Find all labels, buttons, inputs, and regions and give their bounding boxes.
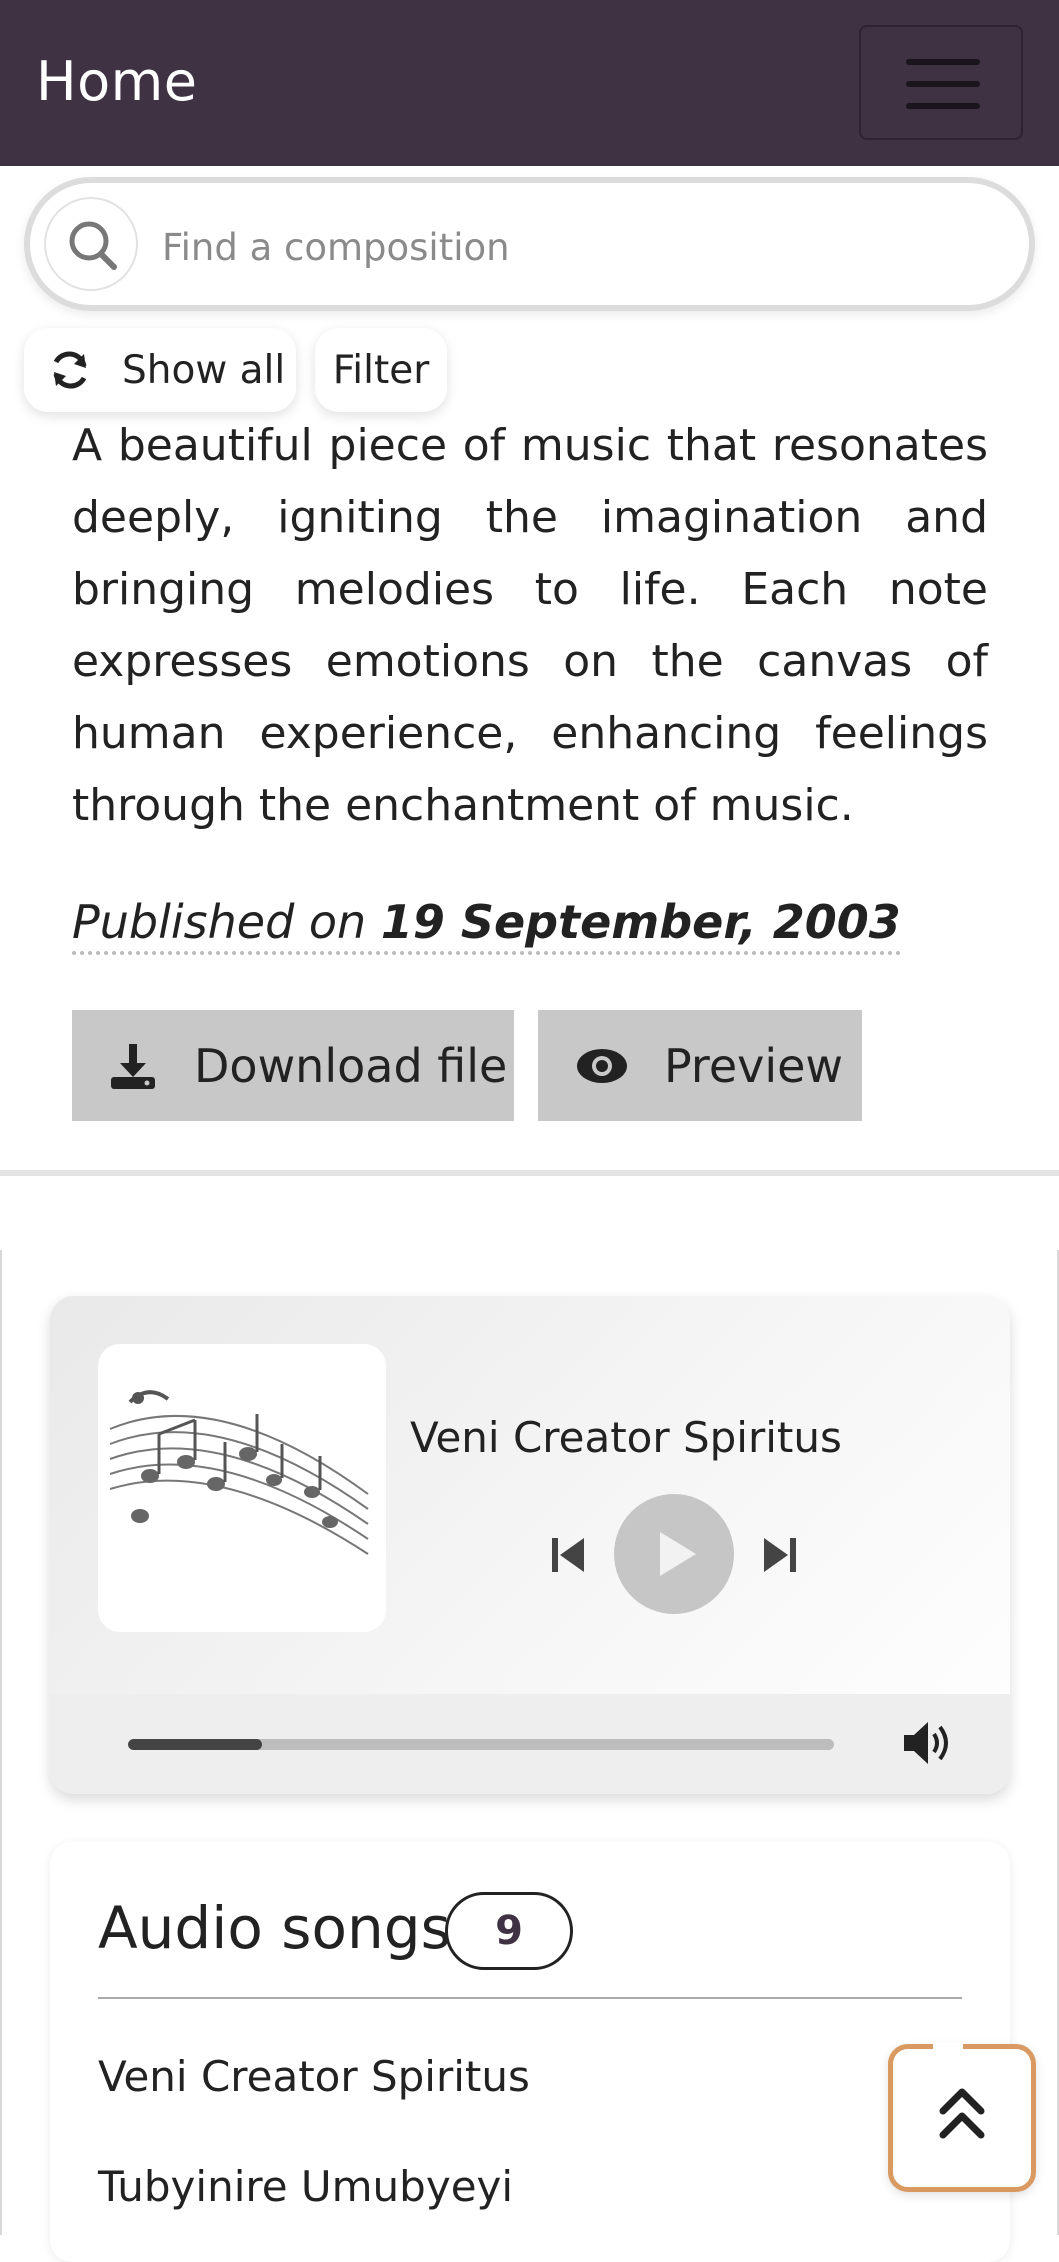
menu-toggle-button[interactable] xyxy=(859,25,1023,140)
hamburger-icon xyxy=(906,81,980,87)
section-divider xyxy=(0,1170,1059,1176)
previous-track-icon[interactable] xyxy=(550,1536,586,1574)
music-notes-icon xyxy=(109,1390,369,1555)
hamburger-icon xyxy=(906,59,980,65)
download-icon xyxy=(111,1043,155,1089)
audio-player: Veni Creator Spiritus xyxy=(50,1296,1010,1794)
search-icon xyxy=(69,221,117,270)
download-label: Download file xyxy=(194,1038,508,1093)
progress-fill xyxy=(128,1739,263,1750)
track-title: Veni Creator Spiritus xyxy=(410,1413,842,1462)
download-file-button[interactable]: Download file xyxy=(72,1010,514,1121)
eye-icon xyxy=(577,1048,627,1083)
double-chevron-up-icon xyxy=(939,2088,985,2139)
show-all-button[interactable]: Show all xyxy=(24,328,296,412)
songs-count-badge: 9 xyxy=(445,1892,573,1970)
filter-label: Filter xyxy=(332,347,430,393)
refresh-icon xyxy=(53,351,87,389)
nav-title[interactable]: Home xyxy=(36,50,197,113)
player-controls-bar xyxy=(50,1694,1010,1794)
songs-divider xyxy=(98,1997,962,1999)
hamburger-icon xyxy=(906,103,980,109)
play-button[interactable] xyxy=(614,1494,734,1614)
scroll-to-top-button[interactable] xyxy=(888,2043,1036,2192)
show-all-label: Show all xyxy=(122,347,286,393)
play-icon xyxy=(660,1532,696,1576)
preview-button[interactable]: Preview xyxy=(538,1010,862,1121)
audio-songs-card: Audio songs 9 Veni Creator Spiritus Tuby… xyxy=(50,1842,1010,2262)
song-item[interactable]: Veni Creator Spiritus xyxy=(98,2052,530,2101)
search-bar xyxy=(24,177,1035,311)
volume-icon[interactable] xyxy=(902,1718,956,1768)
content-border-left xyxy=(0,1250,2,2235)
search-input[interactable] xyxy=(160,211,1004,283)
published-date-value: 19 September, 2003 xyxy=(380,895,901,949)
search-icon-button[interactable] xyxy=(44,197,138,291)
next-track-icon[interactable] xyxy=(762,1536,798,1574)
composition-description: A beautiful piece of music that resonate… xyxy=(72,420,988,831)
navbar: Home xyxy=(0,0,1059,166)
scroll-top-notch xyxy=(933,2043,963,2057)
audio-songs-heading: Audio songs xyxy=(98,1894,451,1962)
published-label: Published on xyxy=(72,895,367,949)
filter-button[interactable]: Filter xyxy=(315,328,447,412)
preview-label: Preview xyxy=(664,1038,844,1093)
published-date: Published on 19 September, 2003 xyxy=(72,895,901,955)
progress-bar[interactable] xyxy=(128,1739,834,1750)
album-cover xyxy=(98,1344,386,1632)
song-item[interactable]: Tubyinire Umubyeyi xyxy=(98,2162,513,2211)
